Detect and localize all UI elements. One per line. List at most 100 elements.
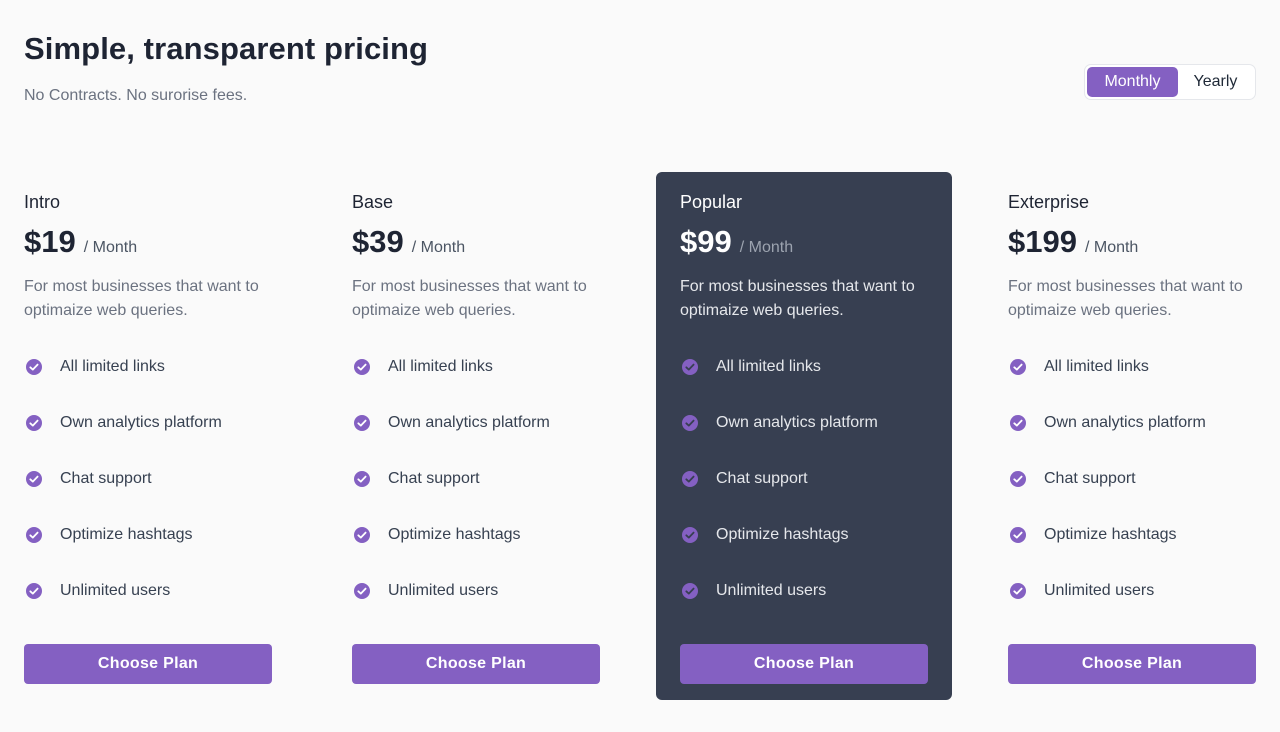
check-circle-icon	[354, 471, 370, 487]
feature-item: Own analytics platform	[1008, 412, 1268, 434]
plan-description: For most businesses that want to optimai…	[24, 278, 259, 319]
feature-item: All limited links	[24, 356, 284, 378]
plan-name: Popular	[680, 192, 743, 212]
feature-item: Unlimited users	[352, 580, 612, 602]
plan-name: Base	[352, 192, 394, 212]
check-circle-icon	[1010, 583, 1026, 599]
feature-label: Own analytics platform	[716, 414, 878, 431]
feature-label: Chat support	[60, 470, 152, 487]
feature-item: Optimize hashtags	[680, 524, 940, 546]
check-circle-icon	[354, 583, 370, 599]
check-circle-icon	[26, 471, 42, 487]
check-circle-icon	[1010, 471, 1026, 487]
check-circle-icon	[354, 527, 370, 543]
plan-card-popular: Popular $99 / Month For most businesses …	[656, 172, 952, 700]
check-circle-icon	[682, 471, 698, 487]
feature-list: All limited links Own analytics platform…	[352, 356, 612, 636]
feature-label: Unlimited users	[716, 582, 827, 599]
price-row: $19 / Month	[24, 223, 137, 261]
check-circle-icon	[682, 359, 698, 375]
plan-description: For most businesses that want to optimai…	[680, 278, 915, 319]
check-circle-icon	[354, 359, 370, 375]
feature-item: Unlimited users	[1008, 580, 1268, 602]
check-circle-icon	[354, 415, 370, 431]
feature-item: All limited links	[352, 356, 612, 378]
choose-plan-button[interactable]: Choose Plan	[680, 644, 928, 684]
pricing-page: Simple, transparent pricing No Contracts…	[0, 0, 1280, 732]
feature-label: Unlimited users	[1044, 582, 1155, 599]
plan-card-base: Base $39 / Month For most businesses tha…	[328, 172, 624, 700]
feature-label: Optimize hashtags	[1044, 526, 1177, 543]
feature-item: Optimize hashtags	[24, 524, 284, 546]
billing-period-toggle: Monthly Yearly	[1084, 64, 1256, 100]
feature-label: All limited links	[388, 358, 493, 375]
feature-item: All limited links	[680, 356, 940, 378]
page-subtitle: No Contracts. No surorise fees.	[24, 87, 248, 104]
page-title: Simple, transparent pricing	[24, 31, 429, 66]
feature-label: Optimize hashtags	[60, 526, 193, 543]
feature-label: Optimize hashtags	[388, 526, 521, 543]
check-circle-icon	[26, 583, 42, 599]
feature-item: Optimize hashtags	[1008, 524, 1268, 546]
plan-period: / Month	[83, 239, 138, 256]
check-circle-icon	[1010, 359, 1026, 375]
feature-label: Unlimited users	[388, 582, 499, 599]
feature-item: Chat support	[352, 468, 612, 490]
check-circle-icon	[682, 527, 698, 543]
plan-description: For most businesses that want to optimai…	[352, 278, 587, 319]
toggle-monthly[interactable]: Monthly	[1087, 67, 1178, 97]
check-circle-icon	[682, 583, 698, 599]
plan-name: Intro	[24, 192, 61, 212]
feature-list: All limited links Own analytics platform…	[680, 356, 940, 636]
feature-label: Own analytics platform	[60, 414, 222, 431]
check-circle-icon	[682, 415, 698, 431]
plan-price: $39	[352, 224, 404, 259]
plans-grid: Intro $19 / Month For most businesses th…	[0, 172, 1280, 700]
price-row: $39 / Month	[352, 223, 465, 261]
feature-label: Own analytics platform	[388, 414, 550, 431]
plan-price: $19	[24, 224, 76, 259]
feature-item: Unlimited users	[680, 580, 940, 602]
price-row: $99 / Month	[680, 223, 793, 261]
check-circle-icon	[1010, 527, 1026, 543]
feature-label: Chat support	[1044, 470, 1136, 487]
check-circle-icon	[26, 359, 42, 375]
price-row: $199 / Month	[1008, 223, 1138, 261]
plan-card-intro: Intro $19 / Month For most businesses th…	[0, 172, 296, 700]
feature-item: Own analytics platform	[352, 412, 612, 434]
plan-period: / Month	[1084, 239, 1139, 256]
check-circle-icon	[26, 415, 42, 431]
feature-list: All limited links Own analytics platform…	[1008, 356, 1268, 636]
feature-item: Own analytics platform	[24, 412, 284, 434]
feature-label: Unlimited users	[60, 582, 171, 599]
feature-label: Chat support	[388, 470, 480, 487]
feature-label: All limited links	[1044, 358, 1149, 375]
feature-label: Optimize hashtags	[716, 526, 849, 543]
pricing-header: Simple, transparent pricing No Contracts…	[24, 30, 428, 106]
check-circle-icon	[1010, 415, 1026, 431]
plan-period: / Month	[739, 239, 794, 256]
feature-list: All limited links Own analytics platform…	[24, 356, 284, 636]
toggle-yearly[interactable]: Yearly	[1178, 67, 1253, 97]
choose-plan-button[interactable]: Choose Plan	[24, 644, 272, 684]
plan-period: / Month	[411, 239, 466, 256]
choose-plan-button[interactable]: Choose Plan	[1008, 644, 1256, 684]
plan-price: $199	[1008, 224, 1077, 259]
feature-item: Chat support	[24, 468, 284, 490]
plan-name: Exterprise	[1008, 192, 1090, 212]
feature-item: Own analytics platform	[680, 412, 940, 434]
feature-label: All limited links	[716, 358, 821, 375]
check-circle-icon	[26, 527, 42, 543]
plan-description: For most businesses that want to optimai…	[1008, 278, 1243, 319]
plan-price: $99	[680, 224, 732, 259]
feature-item: Chat support	[680, 468, 940, 490]
feature-label: All limited links	[60, 358, 165, 375]
feature-item: Chat support	[1008, 468, 1268, 490]
choose-plan-button[interactable]: Choose Plan	[352, 644, 600, 684]
feature-label: Chat support	[716, 470, 808, 487]
feature-item: All limited links	[1008, 356, 1268, 378]
feature-label: Own analytics platform	[1044, 414, 1206, 431]
feature-item: Optimize hashtags	[352, 524, 612, 546]
plan-card-enterprise: Exterprise $199 / Month For most busines…	[984, 172, 1280, 700]
feature-item: Unlimited users	[24, 580, 284, 602]
